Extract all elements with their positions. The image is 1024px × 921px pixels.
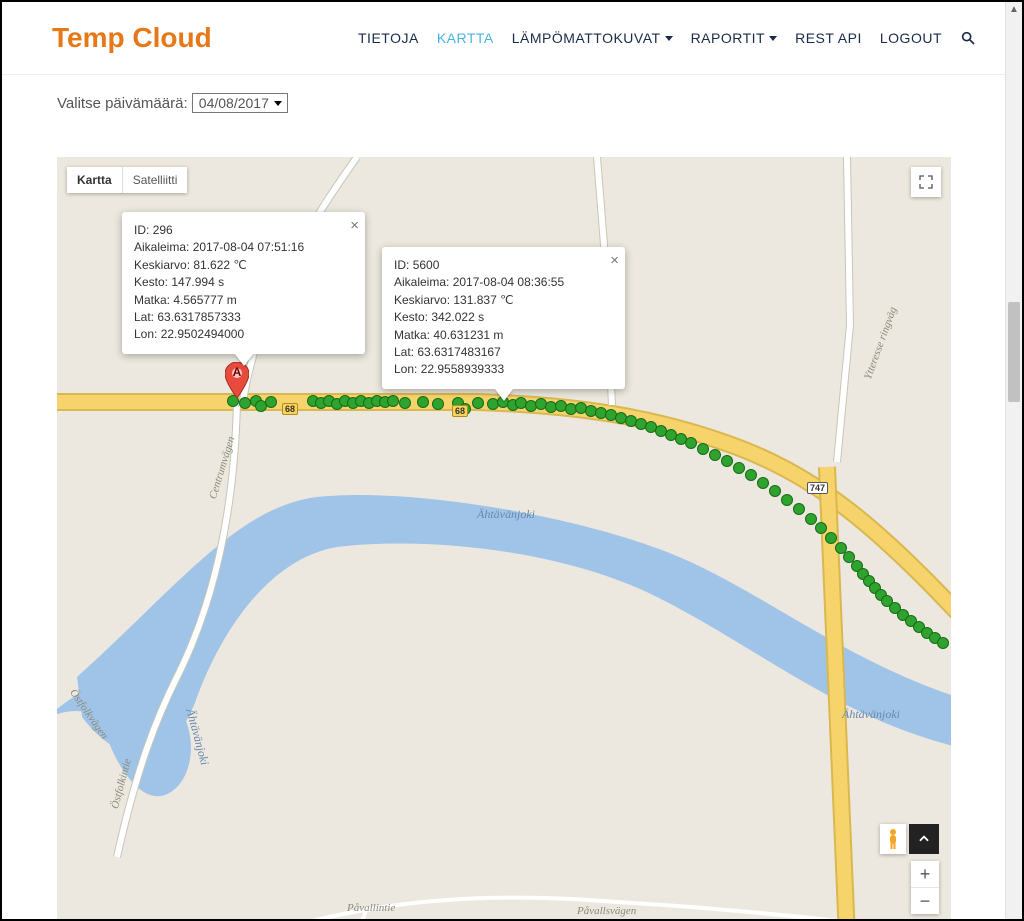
map-type-satellite[interactable]: Satelliitti bbox=[123, 167, 188, 193]
main-menu: TIETOJA KARTTA LÄMPÖMATTOKUVAT RAPORTIT … bbox=[358, 30, 976, 46]
nav-lampomattokuvat[interactable]: LÄMPÖMATTOKUVAT bbox=[512, 30, 673, 46]
scrollbar-thumb[interactable] bbox=[1008, 302, 1020, 402]
streetview-pegman[interactable] bbox=[880, 824, 906, 854]
chevron-down-icon bbox=[769, 36, 777, 41]
zoom-control: + − bbox=[911, 861, 939, 914]
road-shield-747: 747 bbox=[807, 482, 828, 494]
nav-kartta[interactable]: KARTTA bbox=[437, 30, 494, 46]
map-container[interactable]: 68 68 747 Centrumvägen Östfolkvägen Östf… bbox=[57, 157, 951, 919]
chevron-down-icon bbox=[665, 36, 673, 41]
vertical-scrollbar[interactable]: ▲ bbox=[1005, 2, 1022, 919]
marker-letter: A bbox=[225, 365, 249, 379]
street-label: Påvallintie bbox=[347, 902, 395, 914]
nav-tietoja[interactable]: TIETOJA bbox=[358, 30, 419, 46]
road-shield-68: 68 bbox=[282, 403, 298, 415]
zoom-in-button[interactable]: + bbox=[911, 861, 939, 888]
search-icon[interactable] bbox=[960, 30, 976, 46]
map-type-map[interactable]: Kartta bbox=[67, 167, 123, 193]
map-type-control: Kartta Satelliitti bbox=[67, 167, 187, 193]
street-label: Påvallsvägen bbox=[577, 905, 636, 917]
date-label: Valitse päivämäärä: bbox=[57, 95, 188, 112]
logo[interactable]: Temp Cloud bbox=[52, 22, 212, 54]
nav-logout[interactable]: LOGOUT bbox=[880, 30, 942, 46]
river-label: Ähtävänjoki bbox=[477, 507, 535, 522]
nav-restapi[interactable]: REST API bbox=[795, 30, 862, 46]
date-select[interactable]: 04/08/2017 bbox=[192, 93, 288, 113]
top-nav: Temp Cloud TIETOJA KARTTA LÄMPÖMATTOKUVA… bbox=[2, 2, 1006, 75]
scroll-up-icon[interactable]: ▲ bbox=[1006, 2, 1022, 18]
river-label: Ähtävänjoki bbox=[842, 707, 900, 722]
info-window-2: × ID: 5600 Aikaleima: 2017-08-04 08:36:5… bbox=[382, 247, 625, 389]
zoom-out-button[interactable]: − bbox=[911, 888, 939, 914]
date-controls: Valitse päivämäärä: 04/08/2017 bbox=[2, 75, 1006, 123]
road-shield-68: 68 bbox=[452, 405, 468, 417]
map-marker-a[interactable]: A bbox=[225, 362, 249, 398]
nav-raportit[interactable]: RAPORTIT bbox=[691, 30, 778, 46]
info-window-1: × ID: 296 Aikaleima: 2017-08-04 07:51:16… bbox=[122, 212, 365, 354]
back-to-top-button[interactable] bbox=[909, 824, 939, 854]
fullscreen-button[interactable] bbox=[911, 167, 941, 197]
close-icon[interactable]: × bbox=[610, 253, 619, 268]
close-icon[interactable]: × bbox=[350, 218, 359, 233]
